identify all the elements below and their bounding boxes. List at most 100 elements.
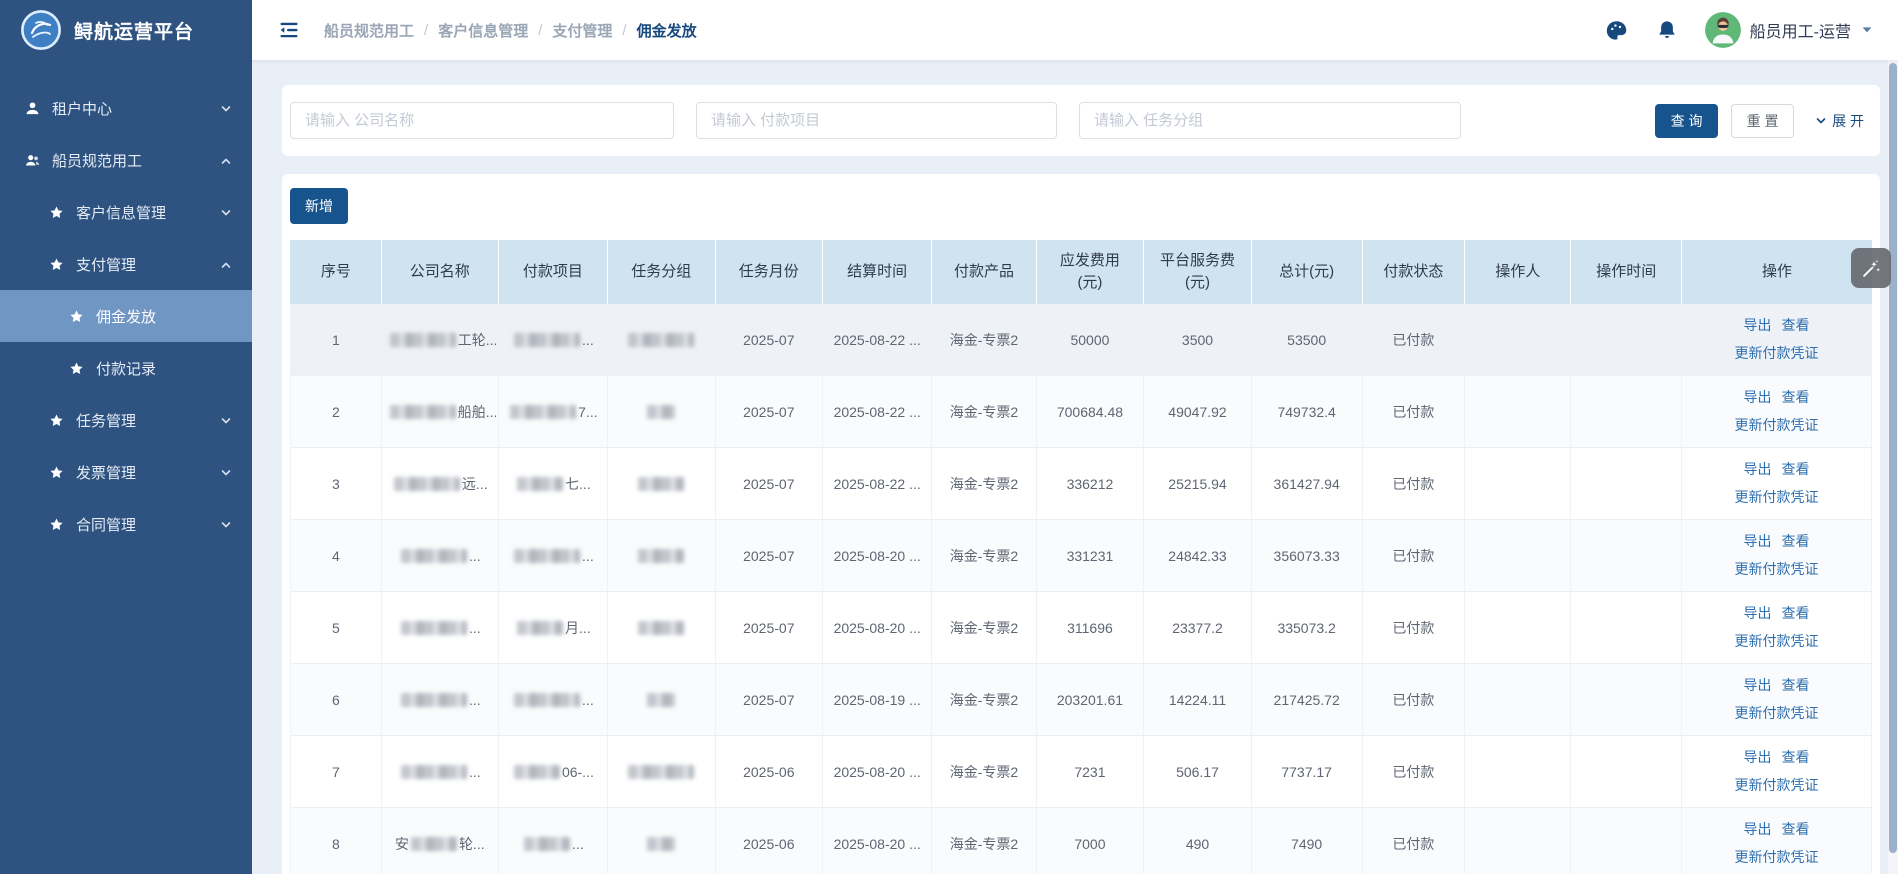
company-name-input[interactable] bbox=[290, 102, 674, 139]
breadcrumb-item[interactable]: 客户信息管理 bbox=[438, 20, 528, 41]
collapse-menu-icon[interactable] bbox=[278, 18, 302, 42]
redacted-text bbox=[524, 837, 570, 851]
export-link[interactable]: 导出 bbox=[1744, 533, 1772, 549]
view-link[interactable]: 查看 bbox=[1782, 749, 1810, 765]
update-payment-voucher-link[interactable]: 更新付款凭证 bbox=[1735, 777, 1819, 793]
cell-operator bbox=[1465, 376, 1571, 448]
cell-operator bbox=[1465, 520, 1571, 592]
redacted-text bbox=[628, 333, 694, 347]
export-link[interactable]: 导出 bbox=[1744, 389, 1772, 405]
cell-operator bbox=[1465, 808, 1571, 874]
cell-task-group bbox=[608, 520, 716, 592]
star-icon bbox=[48, 412, 65, 429]
chevron-up-icon bbox=[220, 258, 232, 270]
cell-payment-item: 06-... bbox=[499, 736, 608, 808]
app-window: 鲟航运营平台 租户中心船员规范用工客户信息管理支付管理佣金发放付款记录任务管理发… bbox=[0, 0, 1898, 874]
cell-payment-status: 已付款 bbox=[1363, 520, 1466, 592]
cell-actions: 导出查看更新付款凭证 bbox=[1682, 448, 1872, 520]
sidebar-item-label: 发票管理 bbox=[76, 462, 136, 483]
cell-task-month: 2025-07 bbox=[716, 376, 824, 448]
breadcrumb-item[interactable]: 船员规范用工 bbox=[324, 20, 414, 41]
sidebar-item-客户信息管理[interactable]: 客户信息管理 bbox=[0, 186, 252, 238]
sidebar-item-label: 任务管理 bbox=[76, 410, 136, 431]
table-row: 3远...七...2025-072025-08-22 ...海金-专票23362… bbox=[290, 448, 1872, 520]
update-payment-voucher-link[interactable]: 更新付款凭证 bbox=[1735, 345, 1819, 361]
cell-payment-item: ... bbox=[499, 304, 608, 376]
cell-actions: 导出查看更新付款凭证 bbox=[1682, 520, 1872, 592]
cell-platform-service-fee: 24842.33 bbox=[1144, 520, 1252, 592]
update-payment-voucher-link[interactable]: 更新付款凭证 bbox=[1735, 849, 1819, 865]
redacted-text bbox=[514, 549, 580, 563]
update-payment-voucher-link[interactable]: 更新付款凭证 bbox=[1735, 633, 1819, 649]
cell-platform-service-fee: 25215.94 bbox=[1144, 448, 1252, 520]
star-icon bbox=[48, 204, 65, 221]
update-payment-voucher-link[interactable]: 更新付款凭证 bbox=[1735, 561, 1819, 577]
export-link[interactable]: 导出 bbox=[1744, 749, 1772, 765]
cell-task-month: 2025-06 bbox=[716, 808, 824, 874]
cell-payment-product: 海金-专票2 bbox=[932, 448, 1036, 520]
cell-settle-time: 2025-08-19 ... bbox=[823, 664, 932, 736]
cell-payment-product: 海金-专票2 bbox=[932, 808, 1036, 874]
view-link[interactable]: 查看 bbox=[1782, 389, 1810, 405]
cell-company-name: 远... bbox=[382, 448, 499, 520]
cell-payment-product: 海金-专票2 bbox=[932, 376, 1036, 448]
view-link[interactable]: 查看 bbox=[1782, 677, 1810, 693]
update-payment-voucher-link[interactable]: 更新付款凭证 bbox=[1735, 705, 1819, 721]
magic-wand-tool-tab[interactable] bbox=[1851, 248, 1891, 288]
vertical-scrollbar-thumb[interactable] bbox=[1889, 63, 1897, 853]
chevron-down-icon bbox=[220, 206, 232, 218]
chevron-down-icon bbox=[220, 518, 232, 530]
sidebar-item-合同管理[interactable]: 合同管理 bbox=[0, 498, 252, 550]
export-link[interactable]: 导出 bbox=[1744, 821, 1772, 837]
view-link[interactable]: 查看 bbox=[1782, 461, 1810, 477]
redacted-text bbox=[401, 621, 467, 635]
cell-settle-time: 2025-08-22 ... bbox=[823, 376, 932, 448]
export-link[interactable]: 导出 bbox=[1744, 317, 1772, 333]
view-link[interactable]: 查看 bbox=[1782, 533, 1810, 549]
topbar-left: 船员规范用工/客户信息管理/支付管理/佣金发放 bbox=[278, 18, 697, 42]
sidebar-item-发票管理[interactable]: 发票管理 bbox=[0, 446, 252, 498]
cell-actions: 导出查看更新付款凭证 bbox=[1682, 592, 1872, 664]
breadcrumb-item: 佣金发放 bbox=[637, 20, 697, 41]
cell-payable-amount: 336212 bbox=[1037, 448, 1145, 520]
sidebar-item-租户中心[interactable]: 租户中心 bbox=[0, 82, 252, 134]
export-link[interactable]: 导出 bbox=[1744, 677, 1772, 693]
star-icon bbox=[48, 516, 65, 533]
export-link[interactable]: 导出 bbox=[1744, 605, 1772, 621]
view-link[interactable]: 查看 bbox=[1782, 317, 1810, 333]
redacted-text bbox=[514, 693, 580, 707]
filter-panel: 查 询 重 置 展 开 bbox=[282, 85, 1880, 156]
cell-settle-time: 2025-08-22 ... bbox=[823, 448, 932, 520]
add-button[interactable]: 新增 bbox=[290, 188, 348, 224]
cell-task-month: 2025-07 bbox=[716, 664, 824, 736]
column-header: 序号 bbox=[290, 240, 382, 304]
view-link[interactable]: 查看 bbox=[1782, 821, 1810, 837]
notifications-bell-icon[interactable] bbox=[1655, 18, 1679, 42]
sidebar-item-佣金发放[interactable]: 佣金发放 bbox=[0, 290, 252, 342]
update-payment-voucher-link[interactable]: 更新付款凭证 bbox=[1735, 417, 1819, 433]
cell-platform-service-fee: 14224.11 bbox=[1144, 664, 1252, 736]
breadcrumb-item[interactable]: 支付管理 bbox=[552, 20, 612, 41]
table-row: 4......2025-072025-08-20 ...海金-专票2331231… bbox=[290, 520, 1872, 592]
cell-task-group bbox=[608, 808, 716, 874]
sidebar-item-船员规范用工[interactable]: 船员规范用工 bbox=[0, 134, 252, 186]
topbar: 船员规范用工/客户信息管理/支付管理/佣金发放 bbox=[252, 0, 1898, 60]
payment-item-input[interactable] bbox=[696, 102, 1057, 139]
theme-palette-icon[interactable] bbox=[1605, 18, 1629, 42]
search-button[interactable]: 查 询 bbox=[1655, 104, 1718, 138]
column-header: 操作人 bbox=[1465, 240, 1571, 304]
view-link[interactable]: 查看 bbox=[1782, 605, 1810, 621]
sidebar-item-任务管理[interactable]: 任务管理 bbox=[0, 394, 252, 446]
sidebar-item-付款记录[interactable]: 付款记录 bbox=[0, 342, 252, 394]
expand-filters-link[interactable]: 展 开 bbox=[1815, 111, 1864, 131]
update-payment-voucher-link[interactable]: 更新付款凭证 bbox=[1735, 489, 1819, 505]
cell-total-amount: 53500 bbox=[1252, 304, 1363, 376]
export-link[interactable]: 导出 bbox=[1744, 461, 1772, 477]
user-menu[interactable]: 船员用工-运营 bbox=[1705, 12, 1872, 48]
task-group-input[interactable] bbox=[1079, 102, 1461, 139]
cell-index: 1 bbox=[290, 304, 382, 376]
reset-button[interactable]: 重 置 bbox=[1731, 104, 1794, 138]
sidebar-item-支付管理[interactable]: 支付管理 bbox=[0, 238, 252, 290]
star-icon bbox=[68, 360, 85, 377]
star-icon bbox=[48, 256, 65, 273]
